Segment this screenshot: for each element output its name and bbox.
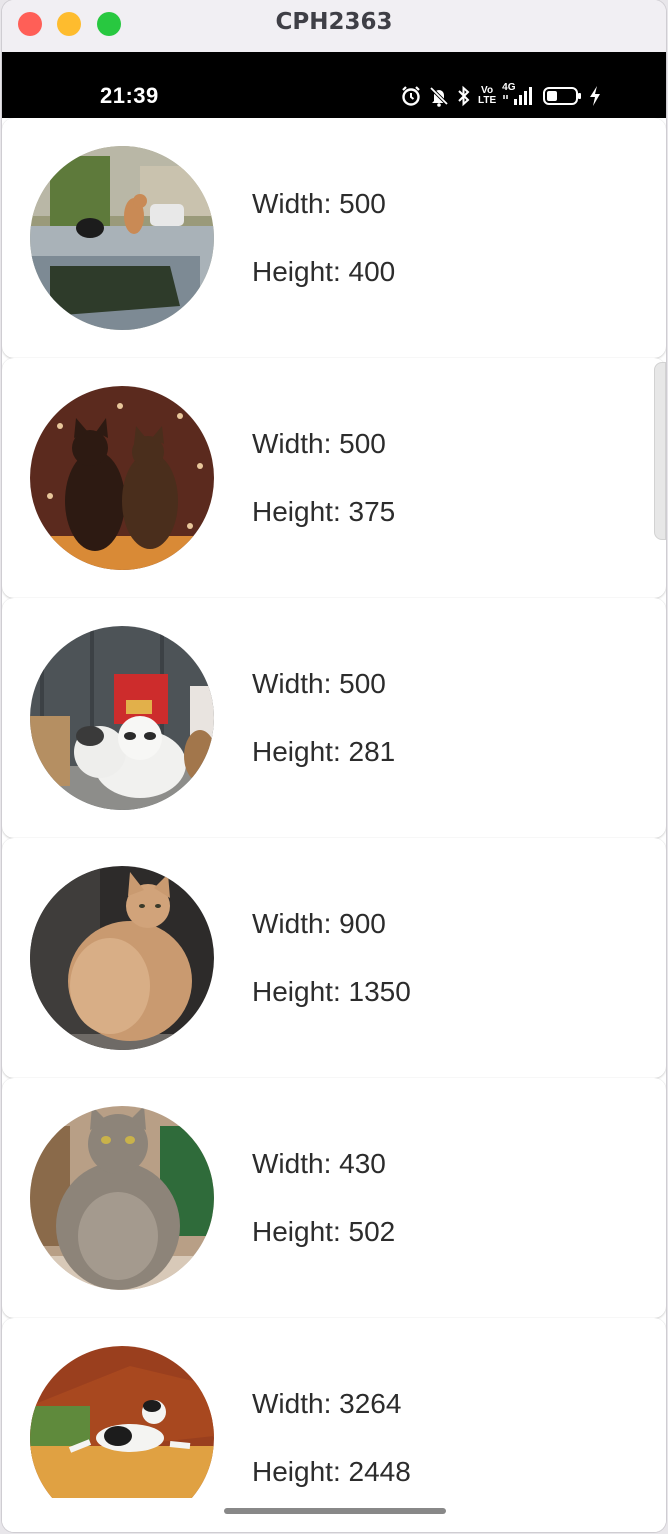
bottom-bar: [2, 1498, 666, 1532]
4g-signal-icon: 4G: [502, 83, 536, 107]
image-height-text: Height: 375: [252, 496, 396, 527]
mute-icon: [428, 85, 450, 107]
charging-icon: [588, 85, 602, 107]
bluetooth-icon: [456, 85, 472, 107]
image-width-text: Width: 500: [252, 428, 386, 459]
image-width-text: Width: 500: [252, 188, 386, 219]
list-item[interactable]: Width: 500 Height: 281: [2, 598, 666, 838]
image-height-text: Height: 2448: [252, 1456, 411, 1487]
cat-thumbnail-image: [30, 866, 214, 1050]
image-list[interactable]: Width: 500 Height: 400 Width: 500 Height…: [2, 118, 666, 1532]
cat-thumbnail-image: [30, 1106, 214, 1290]
image-width-text: Width: 3264: [252, 1388, 402, 1419]
image-width-text: Width: 500: [252, 668, 386, 699]
volte-icon: Vo LTE: [478, 85, 497, 106]
list-item[interactable]: Width: 900 Height: 1350: [2, 838, 666, 1078]
image-width-text: Width: 430: [252, 1148, 386, 1179]
list-item[interactable]: Width: 430 Height: 502: [2, 1078, 666, 1318]
cat-thumbnail-image: [30, 626, 214, 810]
app-window: CPH2363 21:39 Vo LTE 4G Width: 500 Heigh…: [2, 0, 666, 1532]
scrollbar-thumb[interactable]: [654, 362, 666, 540]
window-title: CPH2363: [275, 9, 393, 35]
image-height-text: Height: 1350: [252, 976, 411, 1007]
image-height-text: Height: 400: [252, 256, 396, 287]
cat-thumbnail-image: [30, 386, 214, 570]
phone-status-bar: 21:39 Vo LTE 4G: [2, 52, 666, 118]
status-icons: Vo LTE 4G: [400, 83, 602, 108]
home-indicator[interactable]: [224, 1508, 446, 1514]
alarm-icon: [400, 85, 422, 107]
image-width-text: Width: 900: [252, 908, 386, 939]
image-height-text: Height: 281: [252, 736, 396, 767]
status-clock: 21:39: [100, 83, 159, 108]
window-titlebar: CPH2363: [2, 0, 666, 52]
list-item[interactable]: Width: 500 Height: 400: [2, 118, 666, 358]
cat-thumbnail-image: [30, 146, 214, 330]
battery-icon: [542, 85, 582, 107]
list-item[interactable]: Width: 500 Height: 375: [2, 358, 666, 598]
image-height-text: Height: 502: [252, 1216, 396, 1247]
